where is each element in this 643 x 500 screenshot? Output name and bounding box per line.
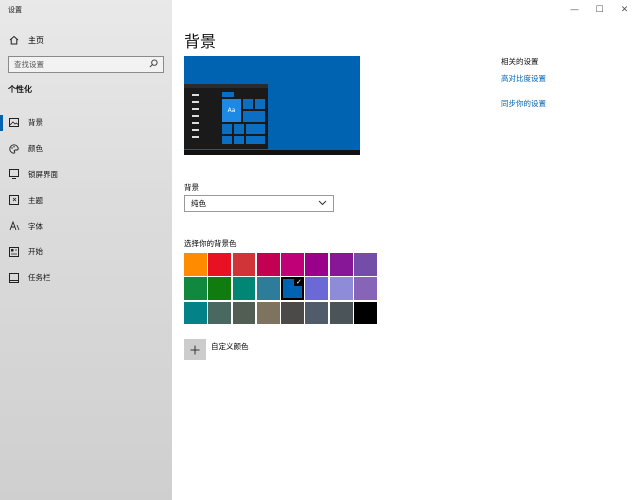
minimize-button[interactable]: — <box>562 2 587 18</box>
close-button[interactable]: ✕ <box>612 2 637 18</box>
sidebar-item-background[interactable]: 背景 <box>0 110 172 136</box>
color-swatch[interactable] <box>208 253 232 276</box>
palette-icon <box>0 144 28 154</box>
sidebar-item-lock-screen[interactable]: 锁屏界面 <box>0 162 172 188</box>
high-contrast-link[interactable]: 高对比度设置 <box>501 73 546 84</box>
color-swatch-grid: ✓ <box>184 253 377 325</box>
sidebar-item-start[interactable]: 开始 <box>0 239 172 265</box>
sidebar-item-label: 锁屏界面 <box>28 169 58 179</box>
related-settings: 相关的设置 高对比度设置 同步你的设置 <box>501 56 546 109</box>
sidebar-item-themes[interactable]: 主题 <box>0 187 172 213</box>
chevron-down-icon <box>318 199 327 208</box>
color-swatch[interactable] <box>232 253 256 276</box>
section-title: 个性化 <box>8 85 32 94</box>
color-swatch[interactable] <box>256 277 280 301</box>
theme-icon <box>0 195 28 206</box>
sidebar: 设置 主页 查找设置 个性化 背景 颜色 锁屏界面 主题 字体 开始 任务栏 <box>0 0 172 500</box>
search-placeholder: 查找设置 <box>14 60 44 69</box>
color-swatch[interactable] <box>208 277 232 301</box>
taskbar-icon <box>0 272 28 283</box>
maximize-button[interactable]: ☐ <box>587 2 612 18</box>
sidebar-home[interactable]: 主页 <box>0 30 172 50</box>
search-input[interactable]: 查找设置 <box>8 56 164 73</box>
sidebar-item-colors[interactable]: 颜色 <box>0 136 172 162</box>
color-swatch[interactable] <box>184 277 207 301</box>
home-icon <box>0 35 28 45</box>
color-swatch[interactable] <box>329 277 353 301</box>
lock-screen-icon <box>0 169 28 180</box>
color-swatch[interactable]: ✓ <box>281 277 304 301</box>
sidebar-nav: 背景 颜色 锁屏界面 主题 字体 开始 任务栏 <box>0 110 172 291</box>
checkmark-icon: ✓ <box>293 277 304 287</box>
color-swatch[interactable] <box>354 277 377 301</box>
preview-taskbar <box>184 150 360 155</box>
color-swatch[interactable] <box>208 301 232 325</box>
search-icon[interactable] <box>149 59 158 70</box>
page-title: 背景 <box>184 32 217 51</box>
color-swatch[interactable] <box>354 253 377 276</box>
sidebar-item-label: 背景 <box>28 118 43 128</box>
window-controls: — ☐ ✕ <box>562 2 637 18</box>
color-swatch[interactable] <box>232 301 256 325</box>
sidebar-item-label: 任务栏 <box>28 273 51 283</box>
custom-color-label: 自定义颜色 <box>211 342 249 351</box>
home-label: 主页 <box>28 35 44 45</box>
color-swatch[interactable] <box>256 253 280 276</box>
font-icon <box>0 221 28 231</box>
color-swatch[interactable] <box>305 277 329 301</box>
sidebar-item-label: 颜色 <box>28 144 43 154</box>
sidebar-item-label: 主题 <box>28 195 43 205</box>
background-label: 背景 <box>184 183 199 192</box>
picture-icon <box>0 118 28 128</box>
color-swatch[interactable] <box>305 301 329 325</box>
background-preview: Aa <box>184 56 360 155</box>
color-swatch[interactable] <box>184 253 207 276</box>
sidebar-item-fonts[interactable]: 字体 <box>0 213 172 239</box>
related-settings-heading: 相关的设置 <box>501 57 539 66</box>
color-swatch[interactable] <box>281 301 304 325</box>
background-dropdown-value: 纯色 <box>191 199 206 208</box>
sidebar-item-label: 开始 <box>28 247 43 257</box>
choose-color-label: 选择你的背景色 <box>184 239 237 248</box>
sidebar-item-label: 字体 <box>28 221 43 231</box>
app-title: 设置 <box>8 6 22 14</box>
color-swatch[interactable] <box>329 253 353 276</box>
sync-settings-link[interactable]: 同步你的设置 <box>501 98 546 109</box>
color-swatch[interactable] <box>281 253 304 276</box>
color-swatch[interactable] <box>329 301 353 325</box>
plus-icon <box>184 339 206 360</box>
sidebar-item-taskbar[interactable]: 任务栏 <box>0 265 172 291</box>
background-dropdown[interactable]: 纯色 <box>184 195 334 212</box>
color-swatch[interactable] <box>354 301 377 325</box>
custom-color-button[interactable]: 自定义颜色 <box>184 339 249 360</box>
color-swatch[interactable] <box>232 277 256 301</box>
preview-start-menu: Aa <box>184 84 268 149</box>
color-swatch[interactable] <box>305 253 329 276</box>
start-icon <box>0 246 28 257</box>
color-swatch[interactable] <box>184 301 207 325</box>
preview-tile: Aa <box>222 99 241 122</box>
color-swatch[interactable] <box>256 301 280 325</box>
